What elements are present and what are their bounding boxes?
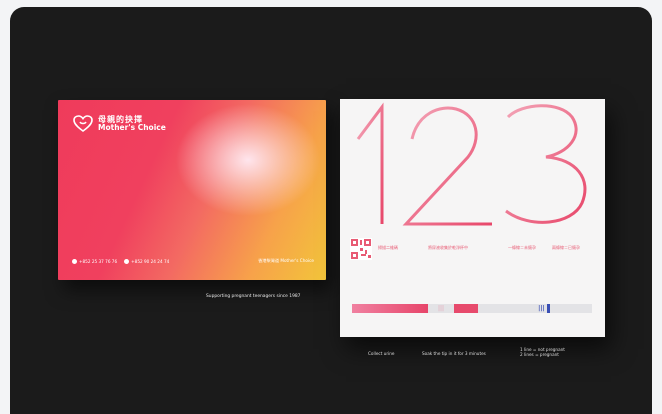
address: 香港柴灣道 Mother's Choice (258, 258, 314, 263)
legend-pregnant: 2 lines = pregnant (520, 352, 559, 358)
label-collect-urine: Collect urine (368, 351, 395, 356)
tagline: Supporting pregnant teenagers since 1987 (206, 294, 301, 299)
big-number-graphic: 123 (356, 102, 587, 226)
phone-contact: +852 25 37 76 76 (72, 258, 118, 264)
qr-caption: 掃描二維碼 (378, 245, 398, 250)
brand-name-en: Mother's Choice (98, 123, 166, 133)
whatsapp-icon (124, 258, 130, 264)
instruction-leaflet: 123 掃描二維碼 將尿液收集於乾淨杯中 一條線＝未懷孕 兩條線＝已懷孕 ||| (340, 99, 605, 337)
phone-icon (72, 258, 77, 264)
step-pregnant-cn: 兩條線＝已懷孕 (552, 245, 580, 250)
strip-result-bar (546, 304, 550, 313)
whatsapp-number: +852 90 24 24 74 (131, 258, 170, 264)
heart-logo-icon (73, 115, 93, 132)
step-collect-cn: 將尿液收集於乾淨杯中 (428, 245, 468, 250)
brand-logo: 母親的抉擇 Mother's Choice (73, 115, 166, 133)
qr-code (350, 238, 372, 260)
result-legend: 1 line = not pregnant 2 lines = pregnant (520, 347, 565, 358)
strip-absorbent-tip (352, 304, 428, 313)
strip-pink-band (454, 304, 479, 313)
label-soak-tip: Soak the tip in it for 3 minutes (422, 351, 486, 356)
business-card: 母親的抉擇 Mother's Choice +852 25 37 76 76 +… (58, 100, 326, 280)
phone-number: +852 25 37 76 76 (79, 258, 118, 264)
whatsapp-contact: +852 90 24 24 74 (124, 258, 170, 264)
contact-row: +852 25 37 76 76 +852 90 24 24 74 香港柴灣道 … (72, 258, 314, 264)
test-strip: ||| ||| (352, 304, 592, 313)
strip-window-outline: ||| (438, 305, 445, 312)
presentation-frame: 母親的抉擇 Mother's Choice +852 25 37 76 76 +… (10, 7, 652, 414)
strip-result-lines: ||| (538, 305, 545, 312)
step-not-pregnant-cn: 一條線＝未懷孕 (508, 245, 536, 250)
